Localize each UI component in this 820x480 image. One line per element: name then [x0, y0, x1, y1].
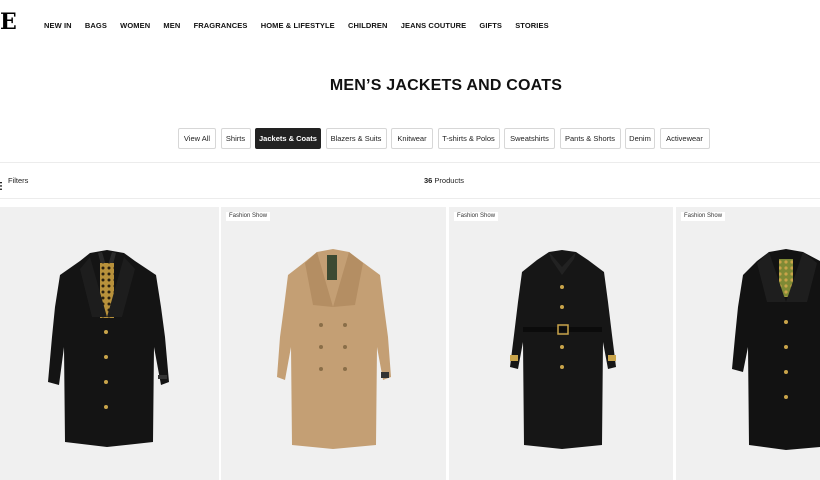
product-grid: Fashion Show Fashion Show Fashion Show [0, 207, 820, 480]
tab-t-shirts-polos[interactable]: T-shirts & Polos [437, 128, 500, 149]
page-title: MEN’S JACKETS AND COATS [329, 77, 563, 94]
brand-logo[interactable]: E [0, 9, 17, 35]
nav-item-home-lifestyle[interactable]: HOME & LIFESTYLE [261, 21, 335, 31]
tab-activewear[interactable]: Activewear [659, 128, 710, 149]
tab-knitwear[interactable]: Knitwear [391, 128, 433, 149]
nav-item-women[interactable]: WOMEN [120, 21, 150, 31]
filters-button[interactable]: Filters [0, 176, 29, 190]
nav-item-fragrances[interactable]: FRAGRANCES [194, 21, 248, 31]
nav-item-children[interactable]: CHILDREN [348, 21, 388, 31]
filters-label: Filters [8, 176, 29, 185]
nav-item-bags[interactable]: BAGS [85, 21, 107, 31]
product-card[interactable]: Fashion Show [449, 207, 673, 480]
tab-blazers-suits[interactable]: Blazers & Suits [325, 128, 387, 149]
site-header: E NEW IN BAGS WOMEN MEN FRAGRANCES HOME … [0, 0, 820, 52]
coat-image [277, 249, 391, 449]
coat-image [510, 250, 616, 449]
tab-view-all[interactable]: View All [178, 128, 216, 149]
nav-item-stories[interactable]: STORIES [515, 21, 549, 31]
product-card[interactable]: Fashion Show [221, 207, 446, 480]
category-tabs: View All Shirts Jackets & Coats Blazers … [178, 128, 714, 149]
product-badge: Fashion Show [454, 212, 499, 221]
product-badge: Fashion Show [226, 212, 271, 221]
nav-item-gifts[interactable]: GIFTS [479, 21, 502, 31]
tab-denim[interactable]: Denim [625, 128, 655, 149]
main-nav: NEW IN BAGS WOMEN MEN FRAGRANCES HOME & … [44, 21, 562, 31]
product-card[interactable]: Fashion Show [676, 207, 820, 480]
filter-bar: Filters 36 Products [0, 162, 820, 199]
nav-item-jeans-couture[interactable]: JEANS COUTURE [401, 21, 466, 31]
filters-icon [0, 177, 4, 190]
product-count: 36 Products [424, 176, 464, 186]
nav-item-men[interactable]: MEN [163, 21, 180, 31]
tab-sweatshirts[interactable]: Sweatshirts [504, 128, 555, 149]
tab-jackets-coats[interactable]: Jackets & Coats [255, 128, 321, 149]
product-count-suffix: Products [432, 176, 465, 185]
coat-image [732, 249, 820, 450]
tab-pants-shorts[interactable]: Pants & Shorts [559, 128, 621, 149]
coat-image [48, 250, 169, 447]
nav-item-new-in[interactable]: NEW IN [44, 21, 72, 31]
tab-shirts[interactable]: Shirts [220, 128, 251, 149]
product-badge: Fashion Show [681, 212, 726, 221]
product-card[interactable] [0, 207, 219, 480]
